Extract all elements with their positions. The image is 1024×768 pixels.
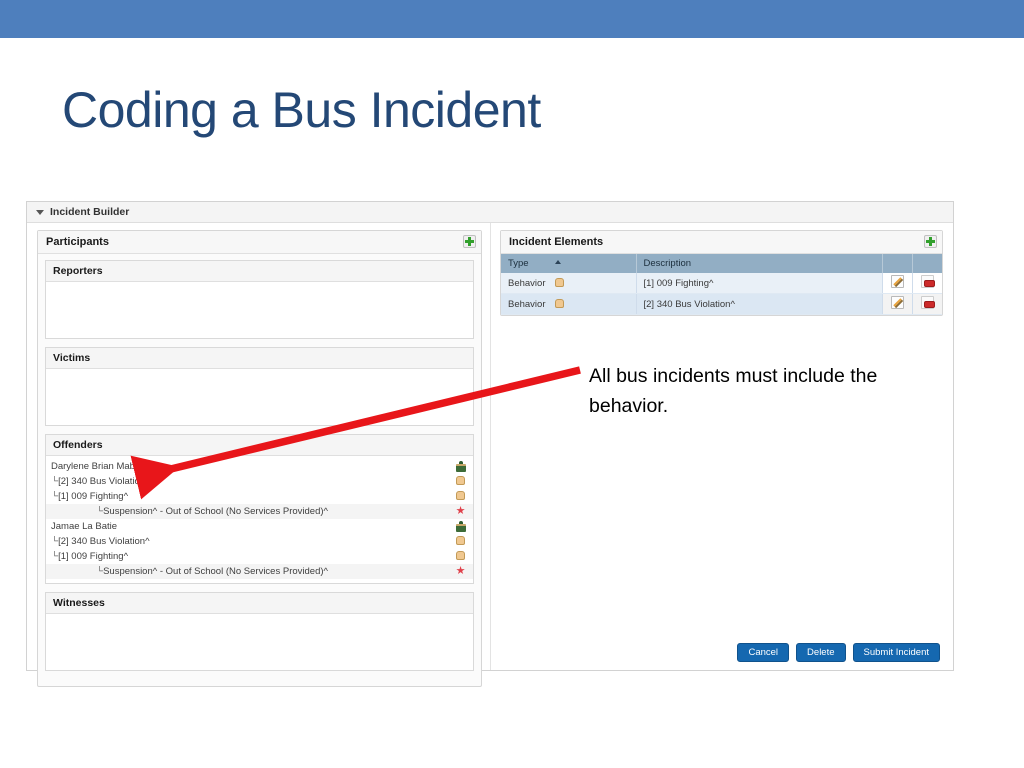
participants-title: Participants [38, 231, 481, 254]
offender-row-icon[interactable] [454, 460, 467, 473]
column-header-edit [882, 254, 913, 273]
caret-down-icon[interactable] [36, 209, 44, 215]
cell-description: [1] 009 Fighting^ [636, 273, 883, 294]
offender-tree-row-label: [1] 009 Fighting^ [58, 491, 129, 502]
column-header-delete [912, 254, 942, 273]
incident-builder-title: Incident Builder [50, 206, 130, 218]
section-victims: Victims [45, 347, 474, 426]
hand-icon [456, 551, 465, 560]
sort-asc-icon [554, 260, 561, 264]
delete-element-button[interactable] [912, 273, 942, 294]
submit-incident-button[interactable]: Submit Incident [852, 643, 940, 662]
pencil-icon [890, 275, 904, 288]
offender-tree-row[interactable]: Jamae La Batie [46, 519, 473, 534]
minus-icon [920, 296, 935, 309]
section-victims-title: Victims [46, 348, 473, 369]
incident-builder-window: Incident Builder Participants Reporters [26, 201, 954, 687]
offender-row-icon[interactable] [454, 551, 467, 562]
offender-tree-row[interactable]: └[1] 009 Fighting^ [46, 549, 473, 564]
star-icon: ★ [455, 505, 466, 517]
section-witnesses-body[interactable] [46, 614, 473, 670]
column-header-type[interactable]: Type [501, 254, 637, 273]
offender-tree-row-label: Suspension^ - Out of School (No Services… [103, 506, 328, 517]
offender-tree-row-label: Suspension^ - Out of School (No Services… [103, 566, 328, 577]
incident-elements-column: Incident Elements Type Description Behav… [491, 223, 953, 670]
table-header-row: Type Description [501, 254, 942, 273]
section-reporters-title: Reporters [46, 261, 473, 282]
offender-tree-row[interactable]: Darylene Brian Mabe [46, 459, 473, 474]
participants-column: Participants Reporters Victims Offenders… [27, 223, 491, 687]
add-incident-element-button[interactable] [924, 235, 937, 248]
section-witnesses-title: Witnesses [46, 593, 473, 614]
delete-button[interactable]: Delete [796, 643, 846, 662]
plus-icon [926, 237, 935, 246]
add-participant-button[interactable] [463, 235, 476, 248]
minus-icon [920, 275, 935, 288]
offender-tree-row[interactable]: └Suspension^ - Out of School (No Service… [46, 504, 473, 519]
section-witnesses: Witnesses [45, 592, 474, 671]
offender-tree-row[interactable]: └[1] 009 Fighting^ [46, 489, 473, 504]
offender-tree-row-label: Jamae La Batie [51, 521, 118, 532]
slide-top-band [0, 0, 1024, 38]
section-offenders: Offenders Darylene Brian Mabe └[2] 340 Bu… [45, 434, 474, 584]
offender-tree-row-label: Darylene Brian Mabe [51, 461, 141, 472]
cell-type: Behavior [501, 273, 637, 294]
incident-builder-body: Participants Reporters Victims Offenders… [27, 223, 953, 687]
hand-icon [456, 476, 465, 485]
edit-element-button[interactable] [882, 273, 913, 294]
incident-builder-header[interactable]: Incident Builder [27, 202, 953, 223]
edit-element-button[interactable] [882, 293, 913, 315]
hand-icon [456, 491, 465, 500]
incident-elements-group: Incident Elements Type Description Behav… [500, 230, 943, 316]
offender-tree-row-label: [1] 009 Fighting^ [58, 551, 129, 562]
cell-type-label: Behavior [508, 277, 546, 289]
hand-icon [554, 298, 564, 308]
page-title: Coding a Bus Incident [62, 82, 541, 138]
cancel-button[interactable]: Cancel [737, 643, 790, 662]
offender-tree-row[interactable]: └Suspension^ - Out of School (No Service… [46, 564, 473, 579]
offender-row-icon[interactable] [454, 476, 467, 487]
section-offenders-title: Offenders [46, 435, 473, 456]
offender-row-icon[interactable]: ★ [454, 566, 467, 577]
offender-tree-row[interactable]: └[2] 340 Bus Violation^ [46, 534, 473, 549]
slide: Coding a Bus Incident Incident Builder P… [0, 0, 1024, 768]
cell-type: Behavior [501, 293, 637, 315]
cell-description: [2] 340 Bus Violation^ [636, 293, 883, 315]
offender-tree-row[interactable]: └[2] 340 Bus Violation^ [46, 474, 473, 489]
annotation-text: All bus incidents must include the behav… [589, 365, 878, 418]
incident-elements-table-wrap: Type Description Behavior [1] 009 Fightin… [501, 254, 942, 315]
column-header-description[interactable]: Description [636, 254, 883, 273]
table-body: Behavior [1] 009 Fighting^ Behavior [2] 340… [501, 273, 942, 315]
plus-icon [465, 237, 474, 246]
star-icon: ★ [455, 565, 466, 577]
section-reporters: Reporters [45, 260, 474, 339]
offender-row-icon[interactable]: ★ [454, 506, 467, 517]
delete-element-button[interactable] [912, 293, 942, 315]
person-icon [455, 520, 466, 532]
offenders-tree[interactable]: Darylene Brian Mabe └[2] 340 Bus Violatio… [46, 456, 473, 583]
hand-icon [554, 277, 564, 287]
table-row[interactable]: Behavior [2] 340 Bus Violation^ [501, 293, 942, 315]
action-button-bar: Cancel Delete Submit Incident [737, 643, 940, 662]
section-victims-body[interactable] [46, 369, 473, 425]
offender-row-icon[interactable] [454, 520, 467, 533]
offender-tree-row-label: [2] 340 Bus Violation^ [58, 476, 150, 487]
person-icon [455, 460, 466, 472]
offender-tree-row-label: [2] 340 Bus Violation^ [58, 536, 150, 547]
section-reporters-body[interactable] [46, 282, 473, 338]
table-row[interactable]: Behavior [1] 009 Fighting^ [501, 273, 942, 294]
participants-group: Participants Reporters Victims Offenders… [37, 230, 482, 687]
hand-icon [456, 536, 465, 545]
cell-type-label: Behavior [508, 298, 546, 310]
offender-row-icon[interactable] [454, 536, 467, 547]
participants-sections: Reporters Victims Offenders Darylene Bri… [38, 254, 481, 686]
incident-elements-table: Type Description Behavior [1] 009 Fightin… [501, 254, 942, 315]
incident-elements-title: Incident Elements [501, 231, 942, 254]
offender-row-icon[interactable] [454, 491, 467, 502]
pencil-icon [890, 296, 904, 309]
